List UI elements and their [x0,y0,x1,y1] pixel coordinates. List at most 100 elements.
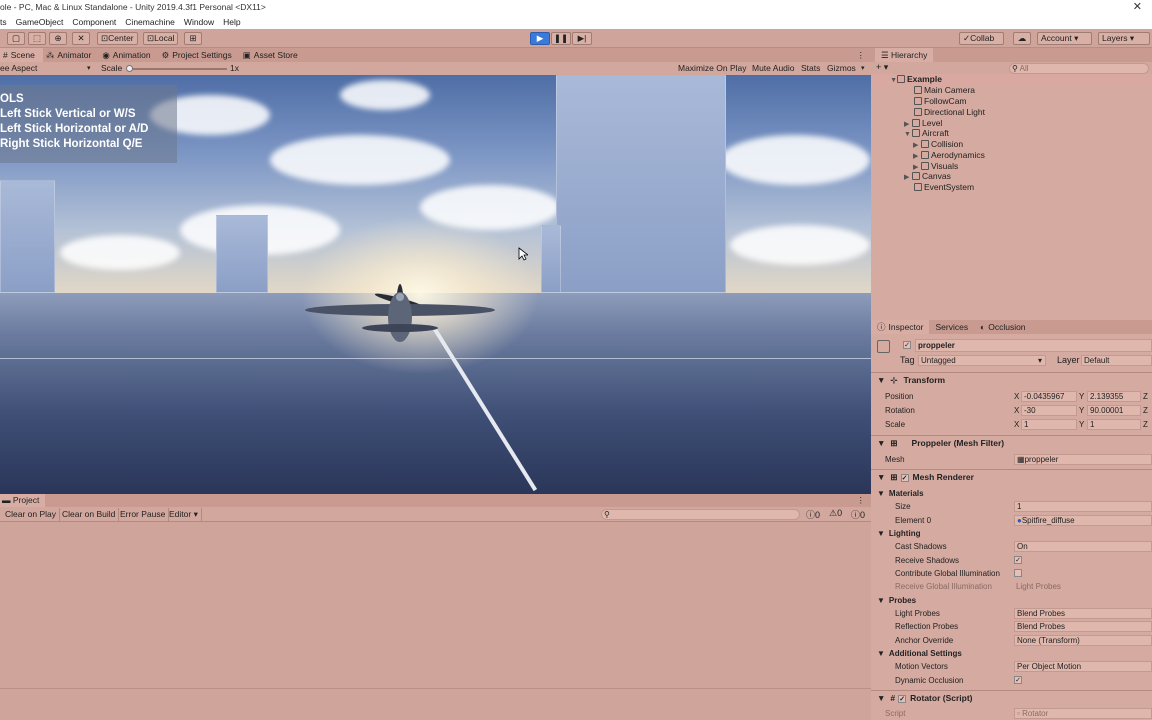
hierarchy-item-followcam[interactable]: FollowCam [914,96,967,107]
tab-occlusion[interactable]: ◐ Occlusion [974,320,1031,334]
dynamic-occlusion-label: Dynamic Occlusion [895,676,964,685]
grid-snap-icon[interactable]: ⊞ [184,32,202,45]
tag-dropdown[interactable]: Untagged ▾ [918,355,1046,366]
aspect-dropdown[interactable]: ee Aspect [0,62,37,75]
rect-tool-icon[interactable]: ▢ [7,32,25,45]
light-probes-dropdown[interactable]: Blend Probes [1014,608,1152,619]
collab-button[interactable]: ✓Collab [959,32,1004,45]
mesh-filter-header[interactable]: ▼ ⊞ Proppeler (Mesh Filter) [871,435,1152,451]
scale-x-field[interactable]: 1 [1021,419,1077,430]
add-icon[interactable]: + ▾ [876,62,888,73]
hierarchy-item-main-camera[interactable]: Main Camera [914,85,975,96]
gizmos-arrow-icon[interactable]: ▾ [861,62,865,75]
reflection-probes-dropdown[interactable]: Blend Probes [1014,621,1152,632]
hierarchy-item-example[interactable]: ▼ Example [871,74,1152,85]
receive-shadows-checkbox[interactable]: ✓ [1014,556,1022,564]
log-count[interactable]: ⓘ0 [851,508,865,521]
tab-project-settings[interactable]: ⚙ Project Settings [159,48,240,62]
menu-cinemachine[interactable]: Cinemachine [125,15,181,29]
pivot-local-button[interactable]: ⊡Local [143,32,179,45]
hierarchy-item-aerodynamics[interactable]: ▶ Aerodynamics [913,150,985,161]
transform-tool-icon[interactable]: ⊕ [49,32,67,45]
close-icon[interactable]: ✕ [1133,0,1142,15]
mesh-field[interactable]: ▦proppeler [1014,454,1152,465]
lighting-foldout[interactable]: ▼ Lighting [871,527,1152,540]
gizmos-button[interactable]: Gizmos [827,62,856,75]
motion-vectors-row: Motion Vectors Per Object Motion [871,660,1152,673]
tab-hierarchy[interactable]: ☰ Hierarchy [875,48,934,62]
play-button[interactable]: ▶ [530,32,550,45]
warning-count[interactable]: ⚠0 [829,508,842,519]
menu-component[interactable]: Component [72,15,122,29]
layer-dropdown[interactable]: Default [1081,355,1152,366]
menu-help[interactable]: Help [223,15,246,29]
menu-assets[interactable]: ts [0,15,13,29]
scale-slider-handle[interactable] [126,65,133,72]
scale-y-field[interactable]: 1 [1087,419,1141,430]
console-search-input[interactable]: ⚲ [601,509,800,520]
mute-audio-button[interactable]: Mute Audio [752,62,795,75]
tab-project[interactable]: ▬ Project [0,494,46,507]
error-pause-button[interactable]: Error Pause [117,508,170,521]
scale-slider[interactable] [127,68,227,70]
object-name-field[interactable]: proppeler [915,339,1152,352]
tab-inspector[interactable]: ⓘ Inspector [871,320,930,334]
rotation-x-field[interactable]: -30 [1021,405,1077,416]
rotator-enabled-checkbox[interactable]: ✓ [898,695,907,703]
maximize-on-play-button[interactable]: Maximize On Play [678,62,747,75]
layers-dropdown[interactable]: Layers ▾ [1098,32,1150,45]
receive-gi-row: Receive Global Illumination Light Probes [871,580,1152,593]
bounds-tool-icon[interactable]: ⬚ [28,32,46,45]
rotation-row: Rotation X -30 Y 90.00001 Z [871,404,1152,417]
tab-services[interactable]: Services [929,320,974,334]
error-count[interactable]: ⓘ0 [806,508,820,521]
account-dropdown[interactable]: Account ▾ [1037,32,1092,45]
materials-foldout[interactable]: ▼ Materials [871,487,1152,500]
more-icon[interactable]: ⋮ [857,494,866,507]
step-button[interactable]: ▶| [572,32,592,45]
overlay-title: OLS [0,93,24,105]
transform-header[interactable]: ▼ ⊹ Transform [871,372,1152,388]
more-icon[interactable]: ⋮ [857,48,866,62]
additional-settings-foldout[interactable]: ▼ Additional Settings [871,647,1152,660]
mesh-renderer-enabled-checkbox[interactable]: ✓ [900,474,909,482]
rotation-label: Rotation [885,406,915,415]
motion-vectors-dropdown[interactable]: Per Object Motion [1014,661,1152,672]
rotator-header[interactable]: ▼ # ✓ Rotator (Script) [871,690,1152,706]
editor-dropdown[interactable]: Editor ▾ [166,508,202,521]
hierarchy-item-canvas[interactable]: ▶ Canvas [904,171,951,182]
position-y-field[interactable]: 2.139355 [1087,391,1141,402]
clear-on-play-button[interactable]: Clear on Play [2,508,61,521]
probes-foldout[interactable]: ▼ Probes [871,594,1152,607]
dynamic-occlusion-checkbox[interactable]: ✓ [1014,676,1022,684]
tab-animator[interactable]: ⁂ Animator [43,48,100,62]
tab-scene[interactable]: # Scene [0,48,43,62]
tab-asset-store[interactable]: ▣ Asset Store [240,48,306,62]
hierarchy-item-collision[interactable]: ▶ Collision [913,139,963,150]
tab-animation[interactable]: ◉ Animation [99,48,158,62]
hierarchy-item-directional-light[interactable]: Directional Light [914,107,985,118]
anchor-override-field[interactable]: None (Transform) [1014,635,1152,646]
log-icon: ⓘ [851,510,861,520]
active-checkbox[interactable]: ✓ [903,341,911,349]
hierarchy-item-aircraft[interactable]: ▼ Aircraft [904,128,949,139]
contribute-gi-checkbox[interactable] [1014,569,1022,577]
clear-on-build-button[interactable]: Clear on Build [59,508,120,521]
pause-button[interactable]: ❚❚ [551,32,571,45]
cloud-icon[interactable]: ☁ [1013,32,1031,45]
menu-window[interactable]: Window [184,15,220,29]
materials-size-field[interactable]: 1 [1014,501,1152,512]
mesh-renderer-header[interactable]: ▼ ⊞ ✓ Mesh Renderer [871,469,1152,485]
rotation-y-field[interactable]: 90.00001 [1087,405,1141,416]
pivot-center-button[interactable]: ⊡Center [97,32,138,45]
cast-shadows-dropdown[interactable]: On [1014,541,1152,552]
game-viewport[interactable]: OLS Left Stick Vertical or W/S Left Stic… [0,75,871,494]
hierarchy-item-eventsystem[interactable]: EventSystem [914,182,974,193]
hierarchy-search-input[interactable]: ⚲ All [1009,63,1149,74]
position-x-field[interactable]: -0.0435967 [1021,391,1077,402]
custom-tool-icon[interactable]: ✕ [72,32,90,45]
console-log-area[interactable] [0,522,871,720]
menu-gameobject[interactable]: GameObject [16,15,70,29]
stats-button[interactable]: Stats [801,62,820,75]
element0-field[interactable]: ●Spitfire_diffuse [1014,515,1152,526]
